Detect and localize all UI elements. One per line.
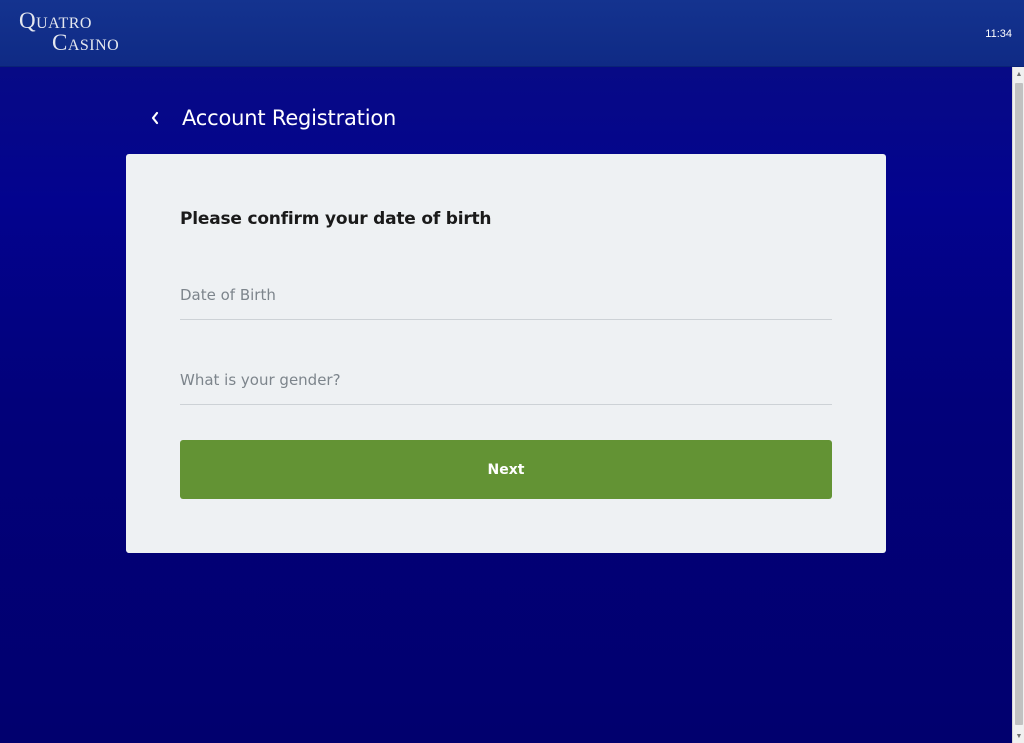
main-content: Account Registration Please confirm your… [0,67,1012,743]
logo-line-1: Quatro [19,8,92,33]
registration-card: Please confirm your date of birth Date o… [126,154,886,553]
logo-line-2: Casino [52,30,120,55]
back-button[interactable] [146,106,164,130]
scroll-up-arrow-icon[interactable]: ▲ [1013,67,1024,81]
gender-label: What is your gender? [180,371,341,389]
scroll-down-arrow-icon[interactable]: ▼ [1013,729,1024,743]
page-header: Account Registration [146,103,396,133]
vertical-scrollbar[interactable]: ▲ ▼ [1012,67,1024,743]
scroll-thumb[interactable] [1015,83,1023,725]
quatro-casino-logo[interactable]: Quatro Casino [19,9,149,57]
chevron-left-icon [151,111,159,125]
form-heading: Please confirm your date of birth [180,209,492,229]
clock: 11:34 [985,28,1012,40]
date-of-birth-field[interactable]: Date of Birth [180,276,832,320]
top-bar: Quatro Casino 11:34 [0,0,1024,67]
date-of-birth-label: Date of Birth [180,286,276,304]
page-title: Account Registration [182,106,397,130]
gender-field[interactable]: What is your gender? [180,361,832,405]
next-button[interactable]: Next [180,440,832,499]
